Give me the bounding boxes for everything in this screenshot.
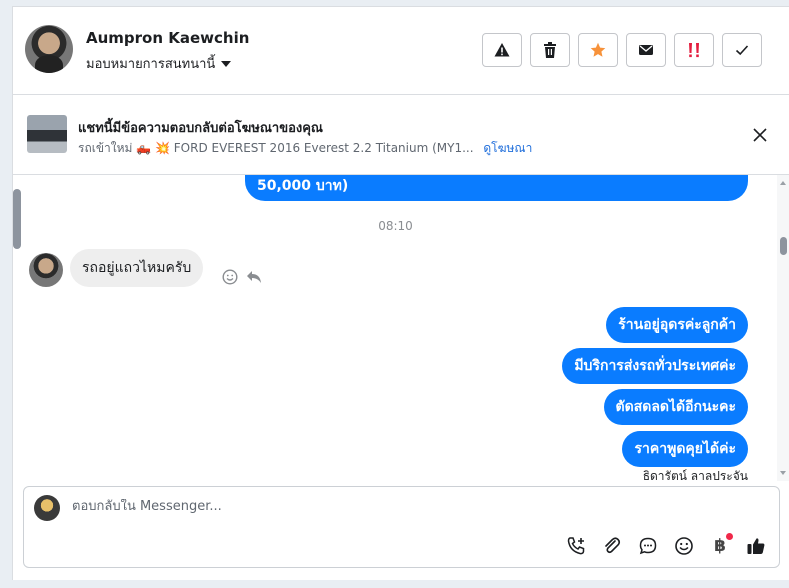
check-icon	[735, 45, 749, 56]
emoji-icon	[675, 537, 693, 555]
baht-icon: ฿	[714, 536, 726, 556]
reply-input[interactable]	[72, 499, 672, 514]
star-icon	[590, 42, 606, 57]
message-thread[interactable]: 50,000 บาท) 08:10 รถอยู่แถวไหมครับ ร้านอ…	[13, 175, 778, 481]
ad-reply-banner: แชทนี้มีข้อความตอบกลับต่อโฆษณาของคุณ รถเ…	[13, 95, 789, 175]
mark-done-button[interactable]	[722, 33, 762, 67]
delete-button[interactable]	[530, 33, 570, 67]
outgoing-message[interactable]: ตัดสดลดได้อีกนะคะ	[603, 389, 748, 425]
conversation-panel: Aumpron Kaewchin มอบหมายการสนทนานี้ แชทน…	[12, 6, 789, 580]
send-like-button[interactable]	[745, 535, 767, 557]
saved-replies-button[interactable]	[637, 535, 659, 557]
mail-icon	[639, 45, 653, 55]
incoming-message[interactable]: รถอยู่แถวไหมครับ	[70, 249, 204, 287]
ad-banner-subtitle: รถเข้าใหม่ 🛻 💥 FORD EVEREST 2016 Everest…	[78, 139, 532, 158]
attach-icon	[605, 537, 621, 554]
outgoing-message[interactable]: ร้านอยู่อุดรค่ะลูกค้า	[606, 307, 748, 343]
close-icon[interactable]	[752, 127, 768, 143]
view-ad-link[interactable]: ดูโฆษณา	[483, 141, 532, 155]
left-scrollbar-thumb[interactable]	[13, 189, 21, 249]
mark-unread-button[interactable]	[626, 33, 666, 67]
thumbs-up-icon	[747, 538, 765, 554]
reply-icon[interactable]	[246, 270, 262, 284]
scroll-down-arrow[interactable]	[780, 471, 786, 475]
header-toolbar	[482, 33, 762, 67]
assign-label: มอบหมายการสนทนานี้	[86, 57, 216, 72]
message-actions	[222, 269, 262, 285]
trash-icon	[544, 42, 556, 58]
message-timestamp: 08:10	[378, 219, 413, 233]
scroll-up-arrow[interactable]	[780, 181, 786, 185]
composer-toolbar: ฿	[565, 533, 767, 557]
caret-down-icon	[221, 60, 232, 67]
left-scrollbar[interactable]	[13, 175, 23, 255]
report-button[interactable]	[482, 33, 522, 67]
ad-thumbnail[interactable]	[27, 115, 67, 153]
contact-avatar[interactable]	[25, 25, 73, 73]
exclamation-icon	[689, 43, 699, 58]
emoji-button[interactable]	[673, 535, 695, 557]
alert-icon	[494, 43, 510, 57]
outgoing-message-previous[interactable]: 50,000 บาท)	[245, 175, 748, 201]
chat-bubble-icon	[639, 537, 657, 555]
assign-conversation-dropdown[interactable]: มอบหมายการสนทนานี้	[86, 53, 232, 74]
call-button[interactable]	[565, 535, 587, 557]
star-button[interactable]	[578, 33, 618, 67]
notification-dot	[726, 533, 733, 540]
contact-name[interactable]: Aumpron Kaewchin	[86, 29, 249, 47]
payment-button[interactable]: ฿	[709, 533, 733, 557]
thread-scrollbar[interactable]	[777, 175, 789, 481]
conversation-header: Aumpron Kaewchin มอบหมายการสนทนานี้	[13, 7, 789, 95]
urgent-button[interactable]	[674, 33, 714, 67]
emoji-react-icon[interactable]	[222, 269, 238, 285]
sender-name: ธิดารัตน์ ลาลประจัน	[642, 469, 748, 481]
sender-avatar[interactable]	[29, 253, 63, 287]
ad-banner-title: แชทนี้มีข้อความตอบกลับต่อโฆษณาของคุณ	[78, 121, 323, 136]
outgoing-message[interactable]: มีบริการส่งรถทั่วประเทศค่ะ	[562, 348, 748, 384]
reply-composer: ฿	[23, 486, 780, 568]
phone-add-icon	[567, 537, 585, 555]
ad-description: รถเข้าใหม่ 🛻 💥 FORD EVEREST 2016 Everest…	[78, 141, 474, 155]
scrollbar-thumb[interactable]	[780, 237, 787, 255]
outgoing-message[interactable]: ราคาพูดคุยได้ค่ะ	[622, 431, 748, 467]
page-avatar	[34, 495, 60, 521]
attach-button[interactable]	[601, 535, 623, 557]
